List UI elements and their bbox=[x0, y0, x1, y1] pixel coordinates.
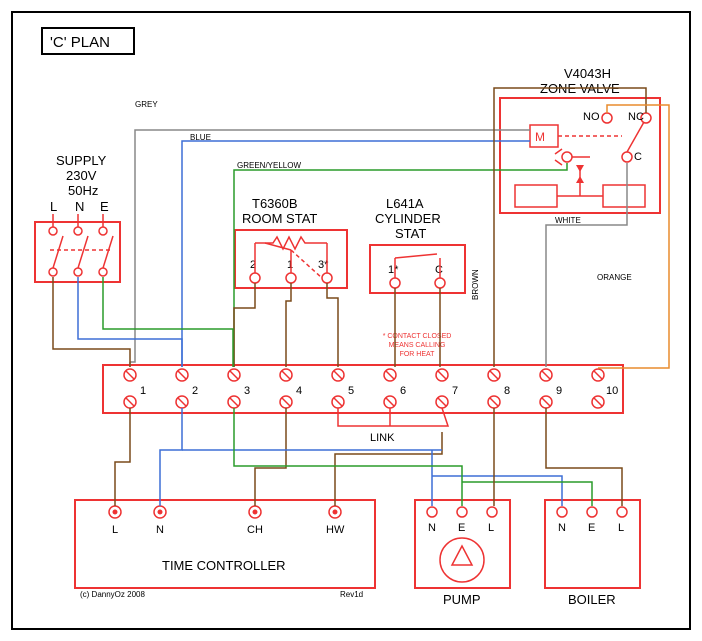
svg-text:5: 5 bbox=[348, 385, 354, 397]
wire-rs-1 bbox=[286, 283, 291, 367]
svg-text:HW: HW bbox=[326, 524, 345, 536]
wire-tc-hw bbox=[335, 408, 442, 506]
footer-copy: (c) DannyOz 2008 bbox=[80, 590, 145, 599]
wire-pump-boiler-e bbox=[234, 408, 592, 506]
supply-switch bbox=[35, 214, 120, 282]
svg-text:C: C bbox=[435, 264, 443, 276]
supply-freq: 50Hz bbox=[68, 183, 98, 198]
svg-text:N: N bbox=[156, 524, 164, 536]
svg-text:6: 6 bbox=[400, 385, 406, 397]
wire-tc-l bbox=[115, 408, 130, 506]
cyl-note1: * CONTACT CLOSED bbox=[383, 333, 452, 340]
room-stat: 2 1 3* bbox=[235, 230, 347, 288]
valve-model: V4043H bbox=[564, 66, 611, 81]
wire-white-label: WHITE bbox=[555, 216, 581, 225]
svg-text:M: M bbox=[535, 130, 545, 144]
supply-label: SUPPLY bbox=[56, 153, 107, 168]
cylstat-name: CYLINDER bbox=[375, 211, 441, 226]
cylinder-stat: 1* C bbox=[370, 245, 465, 293]
roomstat-name: ROOM STAT bbox=[242, 211, 317, 226]
wire-boiler-l bbox=[546, 408, 622, 506]
footer-rev: Rev1d bbox=[340, 590, 363, 599]
svg-text:7: 7 bbox=[452, 385, 458, 397]
svg-text:2: 2 bbox=[192, 385, 198, 397]
wire-rs-2 bbox=[234, 283, 255, 367]
supply-e: E bbox=[100, 199, 109, 214]
svg-text:L: L bbox=[112, 524, 118, 536]
wire-tc-ch bbox=[255, 408, 286, 506]
svg-text:1*: 1* bbox=[388, 264, 399, 276]
wire-gy-label: GREEN/YELLOW bbox=[237, 161, 301, 170]
svg-text:PUMP: PUMP bbox=[443, 592, 481, 607]
svg-text:8: 8 bbox=[504, 385, 510, 397]
svg-text:1: 1 bbox=[287, 259, 293, 271]
cylstat-model: L641A bbox=[386, 196, 424, 211]
boiler: N E L BOILER bbox=[545, 500, 640, 607]
cyl-note2: MEANS CALLING bbox=[389, 342, 446, 349]
svg-text:9: 9 bbox=[556, 385, 562, 397]
wire-orange-label: ORANGE bbox=[597, 273, 632, 282]
svg-text:N: N bbox=[558, 522, 566, 534]
svg-text:1: 1 bbox=[140, 385, 146, 397]
time-controller: L N CH HW TIME CONTROLLER bbox=[75, 500, 375, 588]
svg-text:10: 10 bbox=[606, 385, 618, 397]
wire-supply-e bbox=[103, 277, 233, 367]
wire-supply-l bbox=[53, 277, 130, 367]
svg-text:3: 3 bbox=[244, 385, 250, 397]
svg-text:TIME CONTROLLER: TIME CONTROLLER bbox=[162, 558, 286, 573]
cyl-note3: FOR HEAT bbox=[400, 351, 436, 358]
wire-tc-n bbox=[160, 408, 182, 506]
svg-text:CH: CH bbox=[247, 524, 263, 536]
roomstat-model: T6360B bbox=[252, 196, 298, 211]
wire-rs-3 bbox=[327, 283, 338, 367]
supply-voltage: 230V bbox=[66, 168, 97, 183]
wire-grey-label: GREY bbox=[135, 100, 158, 109]
wire-brown-label: BROWN bbox=[471, 269, 480, 300]
zone-valve: M NO NC C bbox=[500, 98, 660, 213]
pump: N E L PUMP bbox=[415, 500, 510, 607]
svg-text:N: N bbox=[428, 522, 436, 534]
svg-text:C: C bbox=[634, 151, 642, 163]
svg-text:NO: NO bbox=[583, 111, 600, 123]
supply-n: N bbox=[75, 199, 84, 214]
terminal-strip: 1 2 3 4 5 bbox=[103, 365, 623, 413]
wire-pump-boiler-n bbox=[182, 450, 562, 506]
svg-text:L: L bbox=[618, 522, 624, 534]
svg-text:BOILER: BOILER bbox=[568, 592, 616, 607]
svg-text:E: E bbox=[458, 522, 465, 534]
svg-text:NC: NC bbox=[628, 111, 644, 123]
svg-text:L: L bbox=[488, 522, 494, 534]
link-label: LINK bbox=[370, 432, 395, 444]
svg-text:4: 4 bbox=[296, 385, 302, 397]
wire-blue-label: BLUE bbox=[190, 133, 211, 142]
cylstat-name2: STAT bbox=[395, 226, 426, 241]
diagram-title: 'C' PLAN bbox=[50, 34, 110, 51]
svg-text:E: E bbox=[588, 522, 595, 534]
supply-l: L bbox=[50, 199, 57, 214]
